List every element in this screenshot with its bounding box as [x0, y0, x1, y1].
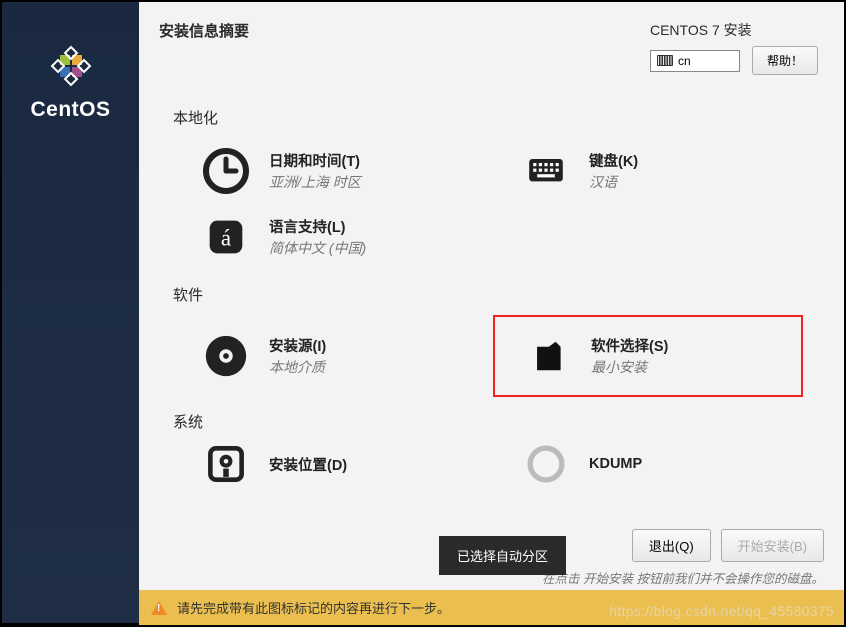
centos-logo-icon [47, 42, 95, 90]
section-localization-label: 本地化 [173, 107, 820, 128]
spoke-software-selection[interactable]: 软件选择(S) 最小安装 [493, 315, 803, 397]
destination-tooltip: 已选择自动分区 [439, 536, 566, 575]
section-system-label: 系统 [173, 411, 820, 432]
keyboard-layout-indicator[interactable]: cn [650, 50, 740, 72]
warning-bar: 请先完成带有此图标标记的内容再进行下一步。 [139, 590, 844, 625]
spoke-title: 安装源(I) [269, 335, 326, 356]
spoke-datetime[interactable]: 日期和时间(T) 亚洲/上海 时区 [173, 138, 483, 204]
spoke-title: KDUMP [589, 456, 642, 472]
quit-button[interactable]: 退出(Q) [632, 529, 711, 562]
spoke-keyboard[interactable]: 键盘(K) 汉语 [493, 138, 803, 204]
spoke-sub: 亚洲/上海 时区 [269, 172, 361, 192]
main-panel: 安装信息摘要 CENTOS 7 安装 cn 帮助！ 本地化 [139, 2, 844, 623]
clock-icon [201, 146, 251, 196]
installer-label: CENTOS 7 安装 [650, 20, 752, 40]
spoke-install-source[interactable]: 安装源(I) 本地介质 [173, 315, 483, 397]
spoke-title: 软件选择(S) [591, 335, 668, 356]
brand-label: CentOS [30, 98, 110, 122]
keyboard-icon [657, 55, 673, 66]
footer-hint: 在点击 开始安装 按钮前我们并不会操作您的磁盘。 [542, 568, 824, 587]
section-software-label: 软件 [173, 284, 820, 305]
keyboard-large-icon [521, 146, 571, 196]
warning-text: 请先完成带有此图标标记的内容再进行下一步。 [177, 598, 450, 617]
spoke-sub: 简体中文 (中国) [269, 238, 366, 258]
kdump-icon [521, 442, 571, 486]
spoke-title: 安装位置(D) [269, 454, 347, 475]
spoke-destination[interactable]: 安装位置(D) [173, 442, 483, 486]
spoke-title: 日期和时间(T) [269, 150, 361, 171]
package-icon [523, 331, 573, 381]
spoke-sub: 本地介质 [269, 357, 326, 377]
spoke-sub: 最小安装 [591, 357, 668, 377]
keyboard-code: cn [678, 54, 691, 68]
spoke-title: 语言支持(L) [269, 216, 366, 237]
spoke-language[interactable]: á 语言支持(L) 简体中文 (中国) [173, 204, 483, 270]
spoke-title: 键盘(K) [589, 150, 638, 171]
disc-icon [201, 331, 251, 381]
help-button[interactable]: 帮助！ [752, 46, 818, 75]
page-title: 安装信息摘要 [159, 20, 249, 75]
spoke-sub: 汉语 [589, 172, 638, 192]
spoke-kdump[interactable]: KDUMP [493, 442, 803, 486]
warning-icon [151, 601, 167, 615]
language-icon: á [201, 212, 251, 262]
begin-install-button[interactable]: 开始安装(B) [721, 529, 824, 562]
sidebar: CentOS [2, 2, 139, 623]
svg-text:á: á [221, 225, 231, 251]
harddrive-icon [201, 442, 251, 486]
